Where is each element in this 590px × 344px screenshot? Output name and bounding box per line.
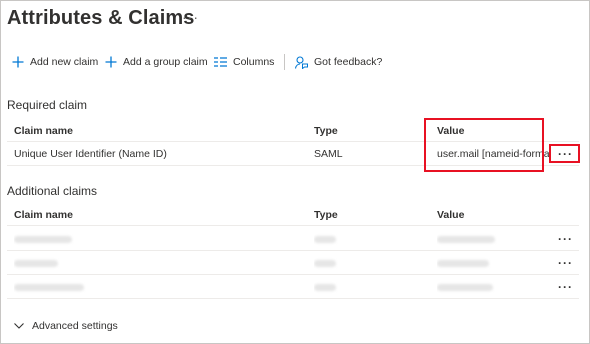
redacted-claim-type bbox=[314, 228, 424, 250]
required-claim-heading: Required claim bbox=[7, 98, 88, 112]
add-group-claim-button[interactable]: Add a group claim bbox=[105, 52, 208, 72]
table-row[interactable]: ··· bbox=[7, 276, 579, 299]
redacted-claim-value bbox=[437, 276, 549, 298]
add-new-claim-label: Add new claim bbox=[30, 56, 99, 68]
redacted-claim-name bbox=[14, 276, 304, 298]
add-new-claim-button[interactable]: Add new claim bbox=[12, 52, 98, 72]
claim-type-cell: SAML bbox=[314, 148, 343, 160]
claim-value-cell: user.mail [nameid-forma... bbox=[437, 148, 549, 160]
column-header-value: Value bbox=[437, 124, 465, 137]
column-header-value: Value bbox=[437, 208, 465, 221]
column-header-claim-name: Claim name bbox=[14, 208, 73, 221]
table-row[interactable]: ··· bbox=[7, 228, 579, 251]
table-row[interactable]: Unique User Identifier (Name ID) SAML us… bbox=[7, 143, 579, 166]
columns-button[interactable]: Columns bbox=[214, 52, 274, 72]
column-header-type: Type bbox=[314, 208, 338, 221]
redacted-claim-name bbox=[14, 252, 304, 274]
row-more-options-button[interactable]: ··· bbox=[558, 276, 573, 298]
advanced-settings-label: Advanced settings bbox=[32, 320, 118, 332]
required-table-header: Claim name Type Value bbox=[7, 120, 579, 142]
redacted-claim-value bbox=[437, 252, 549, 274]
column-header-type: Type bbox=[314, 124, 338, 137]
feedback-person-icon bbox=[295, 55, 308, 69]
column-header-claim-name: Claim name bbox=[14, 124, 73, 137]
additional-claims-heading: Additional claims bbox=[7, 184, 98, 198]
row-more-options-button[interactable]: ··· bbox=[558, 228, 573, 250]
row-more-options-button[interactable]: ··· bbox=[558, 252, 573, 274]
additional-table-header: Claim name Type Value bbox=[7, 204, 579, 226]
table-row[interactable]: ··· bbox=[7, 252, 579, 275]
advanced-settings-toggle[interactable]: Advanced settings bbox=[14, 320, 118, 332]
redacted-claim-value bbox=[437, 228, 549, 250]
toolbar: Add new claim Add a group claim Columns … bbox=[0, 48, 590, 76]
redacted-claim-type bbox=[314, 276, 424, 298]
plus-icon bbox=[105, 56, 117, 68]
add-group-claim-label: Add a group claim bbox=[123, 56, 208, 68]
chevron-down-icon bbox=[14, 323, 24, 329]
columns-label: Columns bbox=[233, 56, 275, 68]
feedback-label: Got feedback? bbox=[314, 56, 383, 68]
page-more-options-button[interactable]: ··· bbox=[182, 9, 199, 25]
redacted-claim-type bbox=[314, 252, 424, 274]
claim-name-cell: Unique User Identifier (Name ID) bbox=[14, 148, 167, 160]
feedback-button[interactable]: Got feedback? bbox=[295, 52, 382, 72]
toolbar-divider bbox=[284, 54, 285, 70]
columns-icon bbox=[214, 57, 227, 67]
row-more-options-button[interactable]: ··· bbox=[558, 143, 573, 165]
page-title: Attributes & Claims bbox=[7, 7, 195, 29]
redacted-claim-name bbox=[14, 228, 304, 250]
plus-icon bbox=[12, 56, 24, 68]
